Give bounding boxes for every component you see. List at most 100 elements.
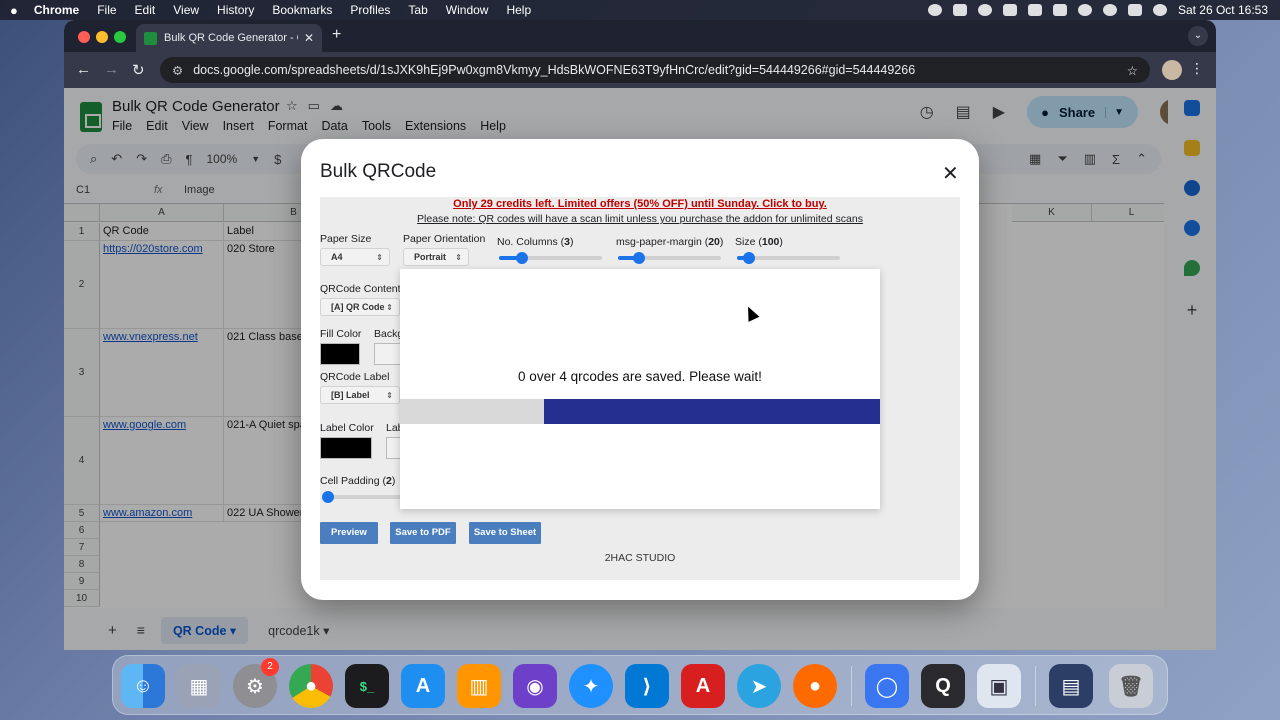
sheets-favicon-icon — [144, 31, 157, 45]
menubar-clock[interactable]: Sat 26 Oct 16:53 — [1178, 3, 1268, 17]
slider-handle[interactable] — [515, 252, 528, 264]
progress-bar-fill — [544, 399, 880, 424]
profile-avatar[interactable] — [1162, 60, 1182, 80]
books-icon[interactable]: ▥ — [457, 664, 501, 708]
slider-handle[interactable] — [632, 252, 645, 264]
margin-label-text: msg-paper-margin — [616, 236, 702, 248]
qrcode-label-value: [B] Label — [331, 390, 370, 400]
signal-icon[interactable]: ◯ — [865, 664, 909, 708]
volume-icon[interactable] — [1027, 4, 1042, 16]
qrcode-content-value: [A] QR Code — [331, 302, 385, 312]
new-tab-icon[interactable]: + — [332, 26, 341, 44]
quicktime-icon[interactable]: Q — [921, 664, 965, 708]
firefox-icon[interactable]: ● — [793, 664, 837, 708]
paper-size-value: A4 — [331, 252, 343, 262]
back-icon[interactable]: ← — [76, 61, 91, 78]
progress-dialog: 0 over 4 qrcodes are saved. Please wait! — [400, 269, 880, 509]
menu-edit[interactable]: Edit — [135, 3, 156, 17]
select-arrows-icon: ⇕ — [455, 252, 462, 262]
menu-tab[interactable]: Tab — [408, 3, 427, 17]
paper-orientation-label: Paper Orientation — [403, 233, 486, 245]
menu-window[interactable]: Window — [446, 3, 489, 17]
trash-icon[interactable]: 🗑 — [1109, 664, 1153, 708]
save-to-sheet-button[interactable]: Save to Sheet — [469, 522, 541, 544]
close-icon[interactable]: ✕ — [942, 161, 959, 186]
battery-icon[interactable] — [1052, 4, 1067, 16]
size-label-text: Size — [735, 236, 756, 248]
menu-help[interactable]: Help — [506, 3, 531, 17]
margin-slider[interactable] — [618, 251, 721, 265]
columns-label-text: No. Columns — [497, 236, 558, 248]
address-bar[interactable]: ⚙ docs.google.com/spreadsheets/d/1sJXK9h… — [160, 57, 1150, 83]
tab-strip: Bulk QR Code Generator - Go ✕ + ⌄ — [64, 20, 1216, 52]
launchpad-icon[interactable]: ▦ — [177, 664, 221, 708]
menu-bookmarks[interactable]: Bookmarks — [272, 3, 332, 17]
paper-size-select[interactable]: A4 ⇕ — [320, 248, 390, 266]
keyboard-layout-icon[interactable] — [1002, 4, 1017, 16]
extension-icon[interactable] — [952, 4, 967, 16]
menu-chrome[interactable]: Chrome — [34, 3, 79, 17]
chrome-icon[interactable]: ● — [289, 664, 333, 708]
wifi-icon[interactable] — [1077, 4, 1092, 16]
telegram-icon[interactable]: ➤ — [737, 664, 781, 708]
bookmark-star-icon[interactable]: ☆ — [1127, 63, 1138, 78]
record-icon[interactable] — [927, 4, 942, 16]
status-area: Sat 26 Oct 16:53 — [927, 0, 1268, 20]
menu-profiles[interactable]: Profiles — [350, 3, 390, 17]
browser-menu-icon[interactable]: ⋮ — [1190, 60, 1204, 77]
save-to-pdf-button[interactable]: Save to PDF — [390, 522, 456, 544]
background-color-label: Backg — [374, 328, 404, 340]
label-color-label: Label Color — [320, 422, 374, 434]
menu-view[interactable]: View — [173, 3, 199, 17]
vscode-icon[interactable]: ⟩ — [625, 664, 669, 708]
qrcode-label-select[interactable]: [B] Label ⇕ — [320, 386, 400, 404]
tab-search-icon[interactable]: ⌄ — [1188, 26, 1208, 46]
qrcode-content-select[interactable]: [A] QR Code ⇕ — [320, 298, 400, 316]
fill-color-label: Fill Color — [320, 328, 362, 340]
studio-footer: 2HAC STUDIO — [604, 552, 676, 564]
columns-slider[interactable] — [499, 251, 602, 265]
select-arrows-icon: ⇕ — [386, 390, 393, 400]
select-arrows-icon: ⇕ — [376, 252, 383, 262]
github-desktop-icon[interactable]: ◉ — [513, 664, 557, 708]
xcode-icon[interactable]: A — [401, 664, 445, 708]
slider-handle[interactable] — [743, 252, 756, 264]
acrobat-icon[interactable]: A — [681, 664, 725, 708]
columns-label: No. Columns (3) — [497, 236, 574, 248]
cell-padding-label: Cell Padding (2) — [320, 475, 396, 487]
zoom-window-button[interactable] — [114, 31, 126, 43]
siri-icon[interactable] — [1152, 4, 1167, 16]
macos-dock: ☺ ▦ ⚙ 2 ● $_ A ▥ ◉ ✦ ⟩ A ➤ ● ◯ Q ▣ ▤ 🗑 — [112, 655, 1168, 715]
close-tab-icon[interactable]: ✕ — [304, 31, 314, 45]
minimize-window-button[interactable] — [96, 31, 108, 43]
forward-icon[interactable]: → — [104, 61, 119, 78]
spotlight-icon[interactable] — [1102, 4, 1117, 16]
site-info-icon[interactable]: ⚙ — [172, 63, 183, 78]
menu-file[interactable]: File — [97, 3, 116, 17]
fill-color-picker[interactable] — [320, 343, 360, 365]
slider-handle[interactable] — [322, 491, 334, 503]
menu-history[interactable]: History — [217, 3, 254, 17]
recent-document-icon[interactable]: ▤ — [1049, 664, 1093, 708]
preview-button[interactable]: Preview — [320, 522, 378, 544]
finder-icon[interactable]: ☺ — [121, 664, 165, 708]
select-arrows-icon: ⇕ — [386, 302, 393, 312]
columns-value: 3 — [564, 236, 570, 248]
cell-padding-label-text: Cell Padding — [320, 475, 380, 487]
close-window-button[interactable] — [78, 31, 90, 43]
apple-icon[interactable]: ● — [10, 3, 18, 18]
paper-orientation-select[interactable]: Portrait ⇕ — [403, 248, 469, 266]
control-center-icon[interactable] — [1127, 4, 1142, 16]
label-color-picker[interactable] — [320, 437, 372, 459]
safari-icon[interactable]: ✦ — [569, 664, 613, 708]
reload-icon[interactable]: ↻ — [132, 61, 145, 79]
preview-app-icon[interactable]: ▣ — [977, 664, 1021, 708]
terminal-icon[interactable]: $_ — [345, 664, 389, 708]
tab-title: Bulk QR Code Generator - Go — [164, 32, 298, 44]
scan-limit-note[interactable]: Please note: QR codes will have a scan l… — [320, 213, 960, 225]
credits-offer-link[interactable]: Only 29 credits left. Limited offers (50… — [320, 198, 960, 210]
progress-bar — [400, 399, 880, 424]
size-slider[interactable] — [737, 251, 840, 265]
camera-icon[interactable] — [977, 4, 992, 16]
browser-tab[interactable]: Bulk QR Code Generator - Go ✕ — [136, 24, 322, 52]
